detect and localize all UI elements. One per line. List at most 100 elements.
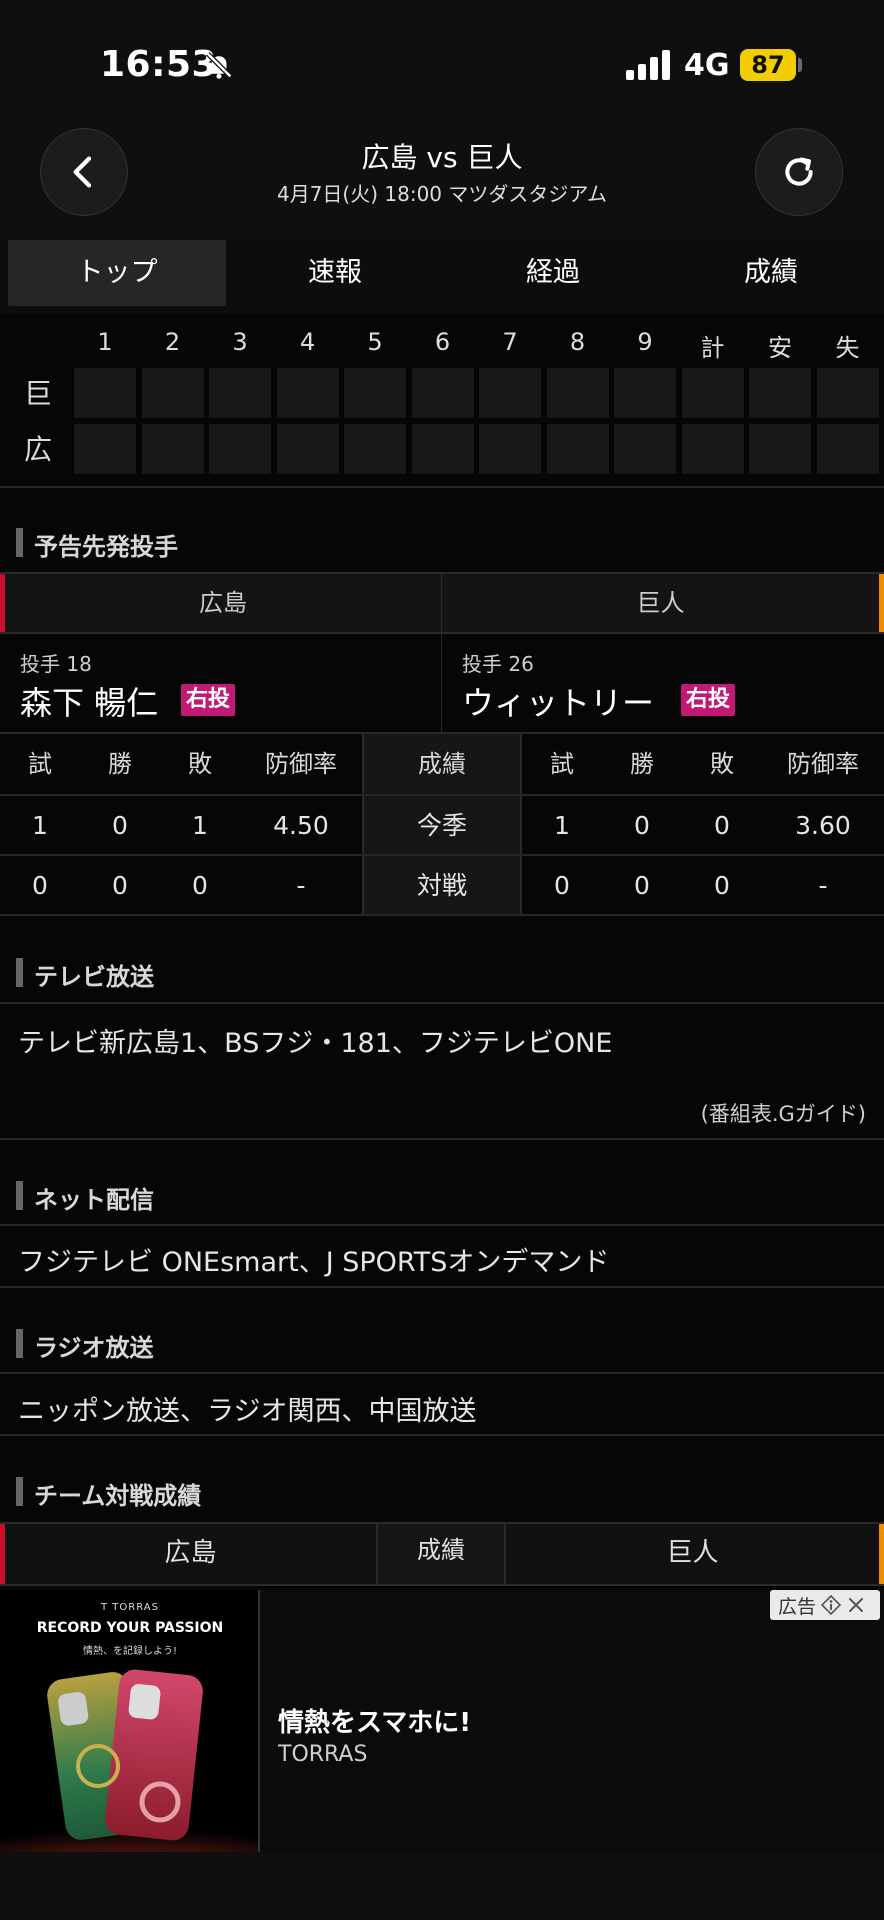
scoreboard: 巨 広 1 2 3 4 5 6 7 8 9 計 安 失 xyxy=(0,322,884,488)
refresh-icon xyxy=(785,157,813,186)
tab-progress[interactable]: 経過 xyxy=(444,240,662,306)
game-header: 広島 vs 巨人 4月7日(火) 18:00 マツダスタジアム xyxy=(0,128,884,234)
scoreboard-cell-home xyxy=(209,424,271,474)
radio-stations: ニッポン放送、ラジオ関西、中国放送 xyxy=(18,1396,477,1427)
scoreboard-cell-home xyxy=(614,424,676,474)
away-team-label: 巨人 xyxy=(442,574,884,632)
scoreboard-header: 3 xyxy=(232,328,248,356)
scoreboard-header: 計 xyxy=(700,334,725,362)
stat-header: 試 xyxy=(550,750,574,778)
bottom-safe-area xyxy=(0,1852,884,1920)
scoreboard-cell-home xyxy=(141,424,204,474)
scoreboard-team-home: 広 xyxy=(23,433,52,466)
away-pitcher-throws-badge: 右投 xyxy=(681,684,736,716)
away-pitcher-number: 投手 26 xyxy=(462,652,534,676)
ad-image[interactable]: T TORRAS RECORD YOUR PASSION 情熱、を記録しよう! xyxy=(0,1590,260,1852)
stat-cell: 1 xyxy=(192,811,208,840)
ad-image-subtitle: 情熱、を記録しよう! xyxy=(82,1646,177,1657)
scoreboard-header: 4 xyxy=(299,328,316,356)
stat-cell: 0 xyxy=(112,871,128,900)
stat-cell: 4.50 xyxy=(273,811,329,840)
scoreboard-cell-home xyxy=(546,424,609,474)
stat-cell: - xyxy=(818,871,828,900)
tab-top[interactable]: トップ xyxy=(8,240,226,306)
game-datetime-venue: 4月7日(火) 18:00 マツダスタジアム xyxy=(276,182,607,206)
scoreboard-cell-away xyxy=(344,368,406,418)
bell-muted-icon xyxy=(205,51,233,79)
team-record-away: 巨人 xyxy=(506,1524,884,1584)
battery-indicator: 87 xyxy=(740,49,796,81)
divider xyxy=(0,1138,884,1140)
scoreboard-cell-home xyxy=(681,424,744,474)
scoreboard-header: 1 xyxy=(97,328,113,356)
divider xyxy=(0,1372,884,1374)
stat-cell: 0 xyxy=(32,871,48,900)
scoreboard-cell-away xyxy=(816,368,879,418)
stat-header: 試 xyxy=(28,750,52,778)
ad-image-brand: T TORRAS xyxy=(101,1602,159,1613)
stat-header: 勝 xyxy=(630,750,654,778)
stat-header: 勝 xyxy=(108,750,132,778)
scoreboard-cell-away xyxy=(614,368,676,418)
tab-live[interactable]: 速報 xyxy=(226,240,444,306)
divider xyxy=(441,634,442,732)
divider xyxy=(0,1224,884,1226)
section-title-net: ネット配信 xyxy=(16,1180,154,1214)
pitcher-row: 投手 18 森下 暢仁 右投 投手 26 ウィットリー 右投 xyxy=(0,634,884,734)
scoreboard-cell-away xyxy=(749,368,811,418)
divider xyxy=(0,1434,884,1436)
adchoices-icon[interactable] xyxy=(820,1594,842,1616)
tv-guide-source[interactable]: (番組表.Gガイド) xyxy=(701,1098,866,1128)
scoreboard-cell-away xyxy=(74,368,136,418)
ad-title[interactable]: 情熱をスマホに! xyxy=(278,1702,471,1739)
scoreboard-header: 失 xyxy=(835,334,860,362)
team-record-home: 広島 xyxy=(0,1524,376,1584)
scoreboard-cell-away xyxy=(681,368,744,418)
home-pitcher-name[interactable]: 森下 暢仁 xyxy=(20,678,158,724)
scoreboard-cell-home xyxy=(276,424,339,474)
scoreboard-cell-home xyxy=(749,424,811,474)
away-pitcher-name[interactable]: ウィットリー xyxy=(462,678,654,724)
battery-tip xyxy=(798,58,802,72)
status-bar: 16:53 4G 87 xyxy=(0,0,884,130)
divider xyxy=(0,1286,884,1288)
network-type: 4G xyxy=(684,48,730,83)
home-pitcher-throws-badge: 右投 xyxy=(181,684,236,716)
divider xyxy=(0,1002,884,1004)
scoreboard-cell-home xyxy=(74,424,136,474)
scoreboard-team-away: 巨 xyxy=(23,377,52,410)
stat-header: 防御率 xyxy=(265,750,337,778)
stat-row-label: 今季 xyxy=(362,796,522,856)
stat-cell: 0 xyxy=(714,811,730,840)
stat-cell: 0 xyxy=(554,871,570,900)
scoreboard-cell-home xyxy=(816,424,879,474)
scoreboard-cell-home xyxy=(479,424,541,474)
close-icon[interactable] xyxy=(846,1595,866,1615)
pitcher-stats-table: 試 勝 敗 防御率 成績 試 勝 敗 防御率 1 0 1 4.50 今季 1 0… xyxy=(0,734,884,916)
divider xyxy=(0,914,884,916)
stat-header: 敗 xyxy=(188,750,212,778)
stat-cell: 0 xyxy=(634,811,650,840)
scoreboard-cell-away xyxy=(209,368,271,418)
section-title-team-record: チーム対戦成績 xyxy=(16,1476,201,1510)
section-title-radio: ラジオ放送 xyxy=(16,1328,154,1362)
stat-cell: - xyxy=(296,871,306,900)
tv-channels: テレビ新広島1、BSフジ・181、フジテレビONE xyxy=(18,1028,613,1059)
net-streams: フジテレビ ONEsmart、J SPORTSオンデマンド xyxy=(18,1247,610,1278)
stat-cell: 0 xyxy=(634,871,650,900)
refresh-button[interactable] xyxy=(755,128,843,216)
page-title: 広島 vs 巨人 xyxy=(361,141,523,174)
scoreboard-header: 8 xyxy=(569,328,586,356)
divider xyxy=(0,486,884,488)
scoreboard-cell-away xyxy=(546,368,609,418)
tab-stats[interactable]: 成績 xyxy=(662,240,880,306)
stat-header-middle: 成績 xyxy=(362,734,522,794)
ad-choices-badge[interactable]: 広告 xyxy=(770,1590,880,1620)
scoreboard-header: 安 xyxy=(768,334,792,362)
ad-banner[interactable]: T TORRAS RECORD YOUR PASSION 情熱、を記録しよう! … xyxy=(0,1590,884,1852)
pitcher-team-row: 広島 巨人 xyxy=(0,572,884,634)
team-record-middle: 成績 xyxy=(376,1524,506,1584)
scoreboard-cell-away xyxy=(411,368,474,418)
scoreboard-header: 9 xyxy=(637,328,653,356)
stat-header: 敗 xyxy=(710,750,734,778)
